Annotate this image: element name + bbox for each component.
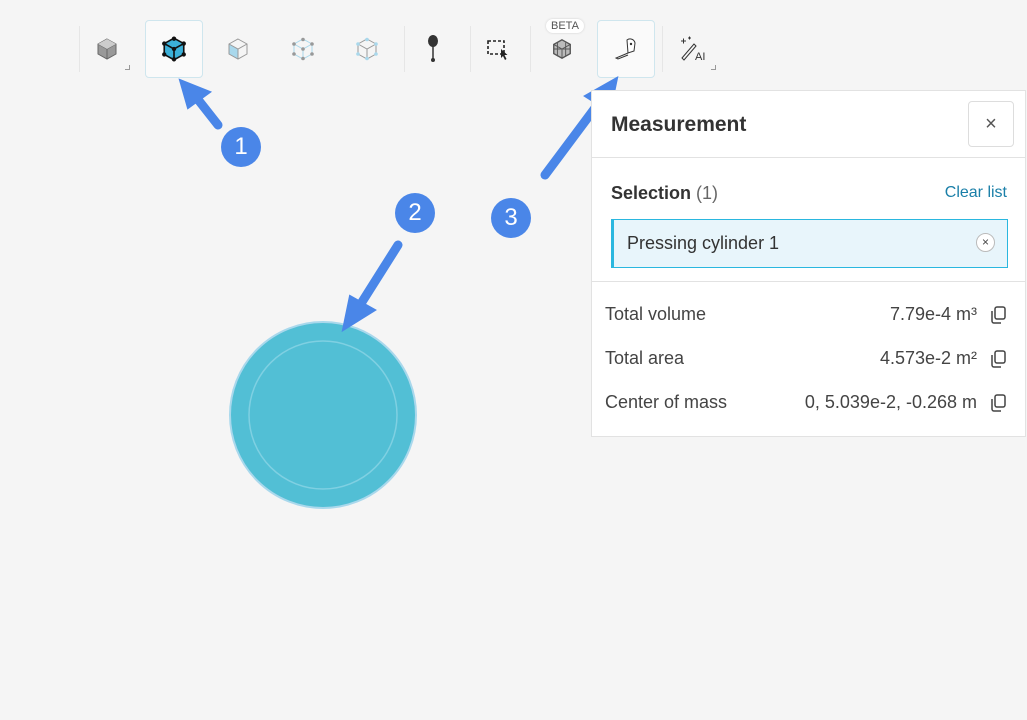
step-badge-1: 1	[221, 127, 261, 167]
row-value: 7.79e-4 m³	[889, 304, 977, 324]
step-badge-3: 3	[491, 198, 531, 238]
panel-title: Measurement	[611, 113, 747, 136]
selection-count: (1)	[696, 183, 719, 203]
row-value: 4.573e-2 m²	[879, 348, 977, 368]
close-button[interactable]: ×	[968, 101, 1014, 147]
total-volume-row: Total volume 7.79e-4 m³	[605, 304, 1007, 328]
copy-icon[interactable]	[989, 394, 1007, 412]
divider	[592, 281, 1025, 282]
total-area-row: Total area 4.573e-2 m²	[605, 348, 1007, 372]
selection-heading: Selection (1)	[611, 183, 718, 204]
center-of-mass-row: Center of mass 0, 5.039e-2, -0.268 m	[605, 392, 1007, 416]
row-label: Center of mass	[605, 392, 728, 412]
annotation-arrow-2	[357, 240, 403, 307]
close-icon: ×	[985, 112, 997, 135]
selection-label: Selection	[611, 183, 692, 203]
divider	[592, 157, 1025, 158]
measurement-panel: Measurement × Selection (1) Clear list P…	[591, 90, 1026, 437]
clear-list-link[interactable]: Clear list	[945, 184, 1007, 202]
annotation-arrow-1	[191, 92, 223, 130]
pressing-cylinder-body[interactable]	[229, 321, 417, 509]
row-label: Total area	[605, 348, 685, 368]
arrow-head-2	[341, 294, 377, 333]
remove-item-icon[interactable]: ×	[976, 233, 995, 252]
selected-item[interactable]: Pressing cylinder 1 ×	[611, 219, 1008, 268]
copy-icon[interactable]	[989, 306, 1007, 324]
row-value: 0, 5.039e-2, -0.268 m	[804, 392, 977, 412]
copy-icon[interactable]	[989, 350, 1007, 368]
selected-item-label: Pressing cylinder 1	[627, 233, 780, 253]
row-label: Total volume	[605, 304, 707, 324]
step-badge-2: 2	[395, 193, 435, 233]
